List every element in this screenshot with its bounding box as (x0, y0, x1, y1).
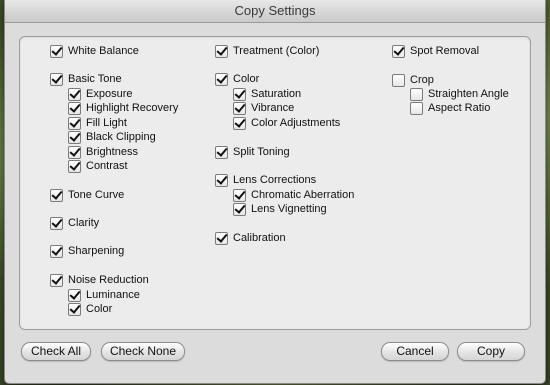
checkbox-icon[interactable] (50, 44, 63, 58)
checkbox-chromatic-aberration[interactable]: Chromatic Aberration (233, 188, 354, 202)
checkbox-color[interactable]: Color (215, 72, 259, 86)
label-aspect-ratio: Aspect Ratio (428, 102, 491, 114)
label-sharpening: Sharpening (68, 245, 125, 257)
label-spot-removal: Spot Removal (410, 45, 480, 57)
label-fill-light: Fill Light (86, 117, 127, 129)
checkbox-calibration[interactable]: Calibration (215, 231, 286, 245)
label-exposure: Exposure (86, 88, 133, 100)
checkbox-white-balance[interactable]: White Balance (50, 44, 139, 58)
label-contrast: Contrast (86, 160, 128, 172)
checkbox-vibrance[interactable]: Vibrance (233, 101, 294, 115)
checkbox-treatment[interactable]: Treatment (Color) (215, 44, 319, 58)
checkbox-icon[interactable] (215, 72, 228, 86)
checkbox-icon[interactable] (233, 188, 246, 202)
checkbox-contrast[interactable]: Contrast (68, 159, 128, 173)
settings-panel: White Balance Basic Tone Exposure Highli… (19, 36, 531, 330)
checkbox-saturation[interactable]: Saturation (233, 87, 301, 101)
label-chromatic-aberration: Chromatic Aberration (251, 189, 355, 201)
checkbox-icon[interactable] (233, 202, 246, 216)
checkbox-icon[interactable] (50, 244, 63, 258)
copy-settings-dialog: Copy Settings White Balance Basic Tone E… (4, 0, 546, 384)
label-straighten-angle: Straighten Angle (428, 88, 509, 100)
checkbox-icon[interactable] (215, 231, 228, 245)
label-tone-curve: Tone Curve (68, 189, 125, 201)
label-vibrance: Vibrance (251, 102, 295, 114)
checkbox-icon[interactable] (410, 101, 423, 115)
checkbox-icon[interactable] (68, 159, 81, 173)
checkbox-icon[interactable] (68, 302, 81, 316)
checkbox-aspect-ratio[interactable]: Aspect Ratio (410, 101, 490, 115)
checkbox-icon[interactable] (50, 72, 63, 86)
checkbox-icon[interactable] (233, 116, 246, 130)
label-color: Color (233, 73, 260, 85)
checkbox-icon[interactable] (50, 216, 63, 230)
checkbox-icon[interactable] (233, 87, 246, 101)
checkbox-black-clipping[interactable]: Black Clipping (68, 130, 156, 144)
cancel-button[interactable]: Cancel (381, 342, 449, 361)
checkbox-icon[interactable] (215, 173, 228, 187)
checkbox-crop[interactable]: Crop (392, 73, 434, 87)
checkbox-exposure[interactable]: Exposure (68, 87, 132, 101)
label-white-balance: White Balance (68, 45, 139, 57)
checkbox-icon[interactable] (68, 87, 81, 101)
dialog-title: Copy Settings (234, 3, 316, 18)
checkbox-sharpening[interactable]: Sharpening (50, 244, 124, 258)
checkbox-highlight-recovery[interactable]: Highlight Recovery (68, 101, 178, 115)
checkbox-straighten-angle[interactable]: Straighten Angle (410, 87, 509, 101)
checkbox-luminance[interactable]: Luminance (68, 288, 140, 302)
checkbox-icon[interactable] (392, 73, 405, 87)
label-crop: Crop (410, 74, 434, 86)
checkbox-icon[interactable] (68, 116, 81, 130)
label-calibration: Calibration (233, 232, 286, 244)
checkbox-clarity[interactable]: Clarity (50, 216, 99, 230)
label-clarity: Clarity (68, 217, 100, 229)
check-all-button[interactable]: Check All (21, 342, 91, 361)
checkbox-brightness[interactable]: Brightness (68, 145, 138, 159)
label-treatment: Treatment (Color) (233, 45, 320, 57)
label-luminance: Luminance (86, 289, 140, 301)
check-none-button[interactable]: Check None (101, 342, 185, 361)
title-bar[interactable]: Copy Settings (5, 0, 545, 23)
checkbox-tone-curve[interactable]: Tone Curve (50, 188, 124, 202)
checkbox-icon[interactable] (68, 145, 81, 159)
label-black-clipping: Black Clipping (86, 131, 156, 143)
checkbox-icon[interactable] (68, 288, 81, 302)
checkbox-basic-tone[interactable]: Basic Tone (50, 72, 122, 86)
checkbox-icon[interactable] (68, 130, 81, 144)
label-saturation: Saturation (251, 88, 302, 100)
checkbox-icon[interactable] (50, 273, 63, 287)
checkbox-color-adjustments[interactable]: Color Adjustments (233, 116, 340, 130)
checkbox-icon[interactable] (215, 44, 228, 58)
checkbox-split-toning[interactable]: Split Toning (215, 145, 290, 159)
checkbox-fill-light[interactable]: Fill Light (68, 116, 127, 130)
checkbox-icon[interactable] (50, 188, 63, 202)
checkbox-lens-vignetting[interactable]: Lens Vignetting (233, 202, 327, 216)
checkbox-icon[interactable] (233, 101, 246, 115)
checkbox-lens-corrections[interactable]: Lens Corrections (215, 173, 316, 187)
checkbox-noise-reduction[interactable]: Noise Reduction (50, 273, 149, 287)
label-lens-corrections: Lens Corrections (233, 174, 317, 186)
checkbox-icon[interactable] (410, 87, 423, 101)
label-noise-reduction: Noise Reduction (68, 274, 149, 286)
label-highlight-recovery: Highlight Recovery (86, 102, 179, 114)
label-color-adjustments: Color Adjustments (251, 117, 341, 129)
checkbox-icon[interactable] (392, 44, 405, 58)
label-split-toning: Split Toning (233, 146, 290, 158)
label-brightness: Brightness (86, 146, 138, 158)
label-lens-vignetting: Lens Vignetting (251, 203, 327, 215)
checkbox-icon[interactable] (68, 101, 81, 115)
checkbox-noise-color[interactable]: Color (68, 302, 112, 316)
checkbox-icon[interactable] (215, 145, 228, 159)
checkbox-spot-removal[interactable]: Spot Removal (392, 44, 479, 58)
copy-button[interactable]: Copy (457, 342, 525, 361)
label-noise-color: Color (86, 303, 113, 315)
label-basic-tone: Basic Tone (68, 73, 122, 85)
